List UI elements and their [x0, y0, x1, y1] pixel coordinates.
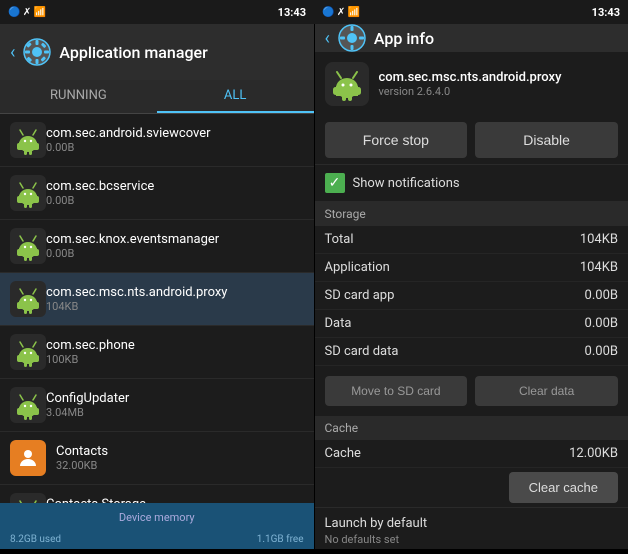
android-icon	[10, 122, 46, 158]
app-size: 100KB	[46, 353, 304, 366]
left-back-button[interactable]: ‹	[10, 42, 15, 63]
settings-gear-icon	[23, 38, 51, 66]
left-panel: ‹ Application manager RUNNING ALL	[0, 0, 314, 549]
storage-total-row: Total 104KB	[315, 226, 628, 254]
right-panel-title: App info	[374, 29, 434, 48]
launch-by-default-section: Launch by default No defaults set	[315, 507, 628, 554]
app-name: ConfigUpdater	[46, 391, 304, 406]
right-status-time: 13:43	[592, 6, 620, 19]
app-name: com.sec.knox.eventsmanager	[46, 232, 304, 247]
storage-free: 1.1GB free	[257, 534, 304, 545]
app-info-android-icon	[325, 62, 369, 106]
cache-row: Cache 12.00KB	[315, 440, 628, 468]
bottom-bar: Device memory	[0, 503, 314, 531]
storage-application-row: Application 104KB	[315, 254, 628, 282]
android-icon	[10, 175, 46, 211]
app-package-name: com.sec.msc.nts.android.proxy	[379, 70, 562, 85]
storage-sdcard-data-row: SD card data 0.00B	[315, 338, 628, 366]
android-icon	[10, 387, 46, 423]
tab-all[interactable]: ALL	[157, 80, 314, 113]
show-notifications-row[interactable]: ✓ Show notifications	[315, 164, 628, 202]
device-memory-label: Device memory	[10, 511, 304, 524]
right-header: ‹ App info	[315, 24, 628, 52]
cache-section-header: Cache	[315, 416, 628, 440]
list-item[interactable]: Contacts Storage 27.98MB	[0, 485, 314, 503]
storage-action-buttons: Move to SD card Clear data	[315, 370, 628, 412]
right-status-icons: 🔵 ✗ 📶	[322, 7, 360, 18]
app-name: com.sec.bcservice	[46, 179, 304, 194]
android-icon	[10, 334, 46, 370]
action-buttons-row: Force stop Disable	[315, 116, 628, 164]
app-name: com.sec.android.sviewcover	[46, 126, 304, 141]
list-item[interactable]: com.sec.knox.eventsmanager 0.00B	[0, 220, 314, 273]
storage-section-header: Storage	[315, 202, 628, 226]
left-header: ‹ Application manager	[0, 24, 314, 80]
android-icon	[10, 281, 46, 317]
disable-button[interactable]: Disable	[475, 122, 618, 158]
list-item[interactable]: com.sec.phone 100KB	[0, 326, 314, 379]
app-info-header: com.sec.msc.nts.android.proxy version 2.…	[315, 52, 628, 116]
app-list: com.sec.android.sviewcover 0.00B com.sec…	[0, 114, 314, 503]
tabs-bar: RUNNING ALL	[0, 80, 314, 114]
app-size: 32.00KB	[56, 459, 304, 472]
move-to-sd-button[interactable]: Move to SD card	[325, 376, 468, 406]
app-name: com.sec.phone	[46, 338, 304, 353]
app-size: 104KB	[46, 300, 304, 313]
list-item[interactable]: com.sec.android.sviewcover 0.00B	[0, 114, 314, 167]
storage-used: 8.2GB used	[10, 534, 257, 545]
contacts-icon	[10, 440, 46, 476]
list-item[interactable]: com.sec.bcservice 0.00B	[0, 167, 314, 220]
left-panel-title: Application manager	[59, 43, 207, 62]
clear-cache-button[interactable]: Clear cache	[509, 472, 618, 503]
show-notifications-label: Show notifications	[353, 176, 460, 191]
right-back-button[interactable]: ‹	[325, 28, 330, 49]
app-size: 0.00B	[46, 194, 304, 207]
app-name: Contacts	[56, 444, 304, 459]
list-item[interactable]: Contacts 32.00KB	[0, 432, 314, 485]
android-icon	[10, 228, 46, 264]
settings-gear-icon-right	[338, 24, 366, 52]
left-status-icons: 🔵 ✗ 📶	[8, 7, 46, 18]
storage-data-row: Data 0.00B	[315, 310, 628, 338]
force-stop-button[interactable]: Force stop	[325, 122, 468, 158]
right-panel: ‹ App info com.sec.msc.nts.android.p	[315, 0, 628, 549]
app-version: version 2.6.4.0	[379, 85, 562, 98]
app-name: com.sec.msc.nts.android.proxy	[46, 285, 304, 300]
storage-sdcard-app-row: SD card app 0.00B	[315, 282, 628, 310]
launch-label: Launch by default	[325, 516, 619, 531]
notifications-checkbox[interactable]: ✓	[325, 173, 345, 193]
list-item[interactable]: com.sec.msc.nts.android.proxy 104KB	[0, 273, 314, 326]
app-size: 0.00B	[46, 141, 304, 154]
launch-sub: No defaults set	[325, 533, 619, 546]
clear-data-button[interactable]: Clear data	[475, 376, 618, 406]
left-status-time: 13:43	[278, 6, 306, 19]
android-icon	[10, 493, 46, 503]
list-item[interactable]: ConfigUpdater 3.04MB	[0, 379, 314, 432]
app-size: 0.00B	[46, 247, 304, 260]
app-size: 3.04MB	[46, 406, 304, 419]
tab-running[interactable]: RUNNING	[0, 80, 157, 113]
